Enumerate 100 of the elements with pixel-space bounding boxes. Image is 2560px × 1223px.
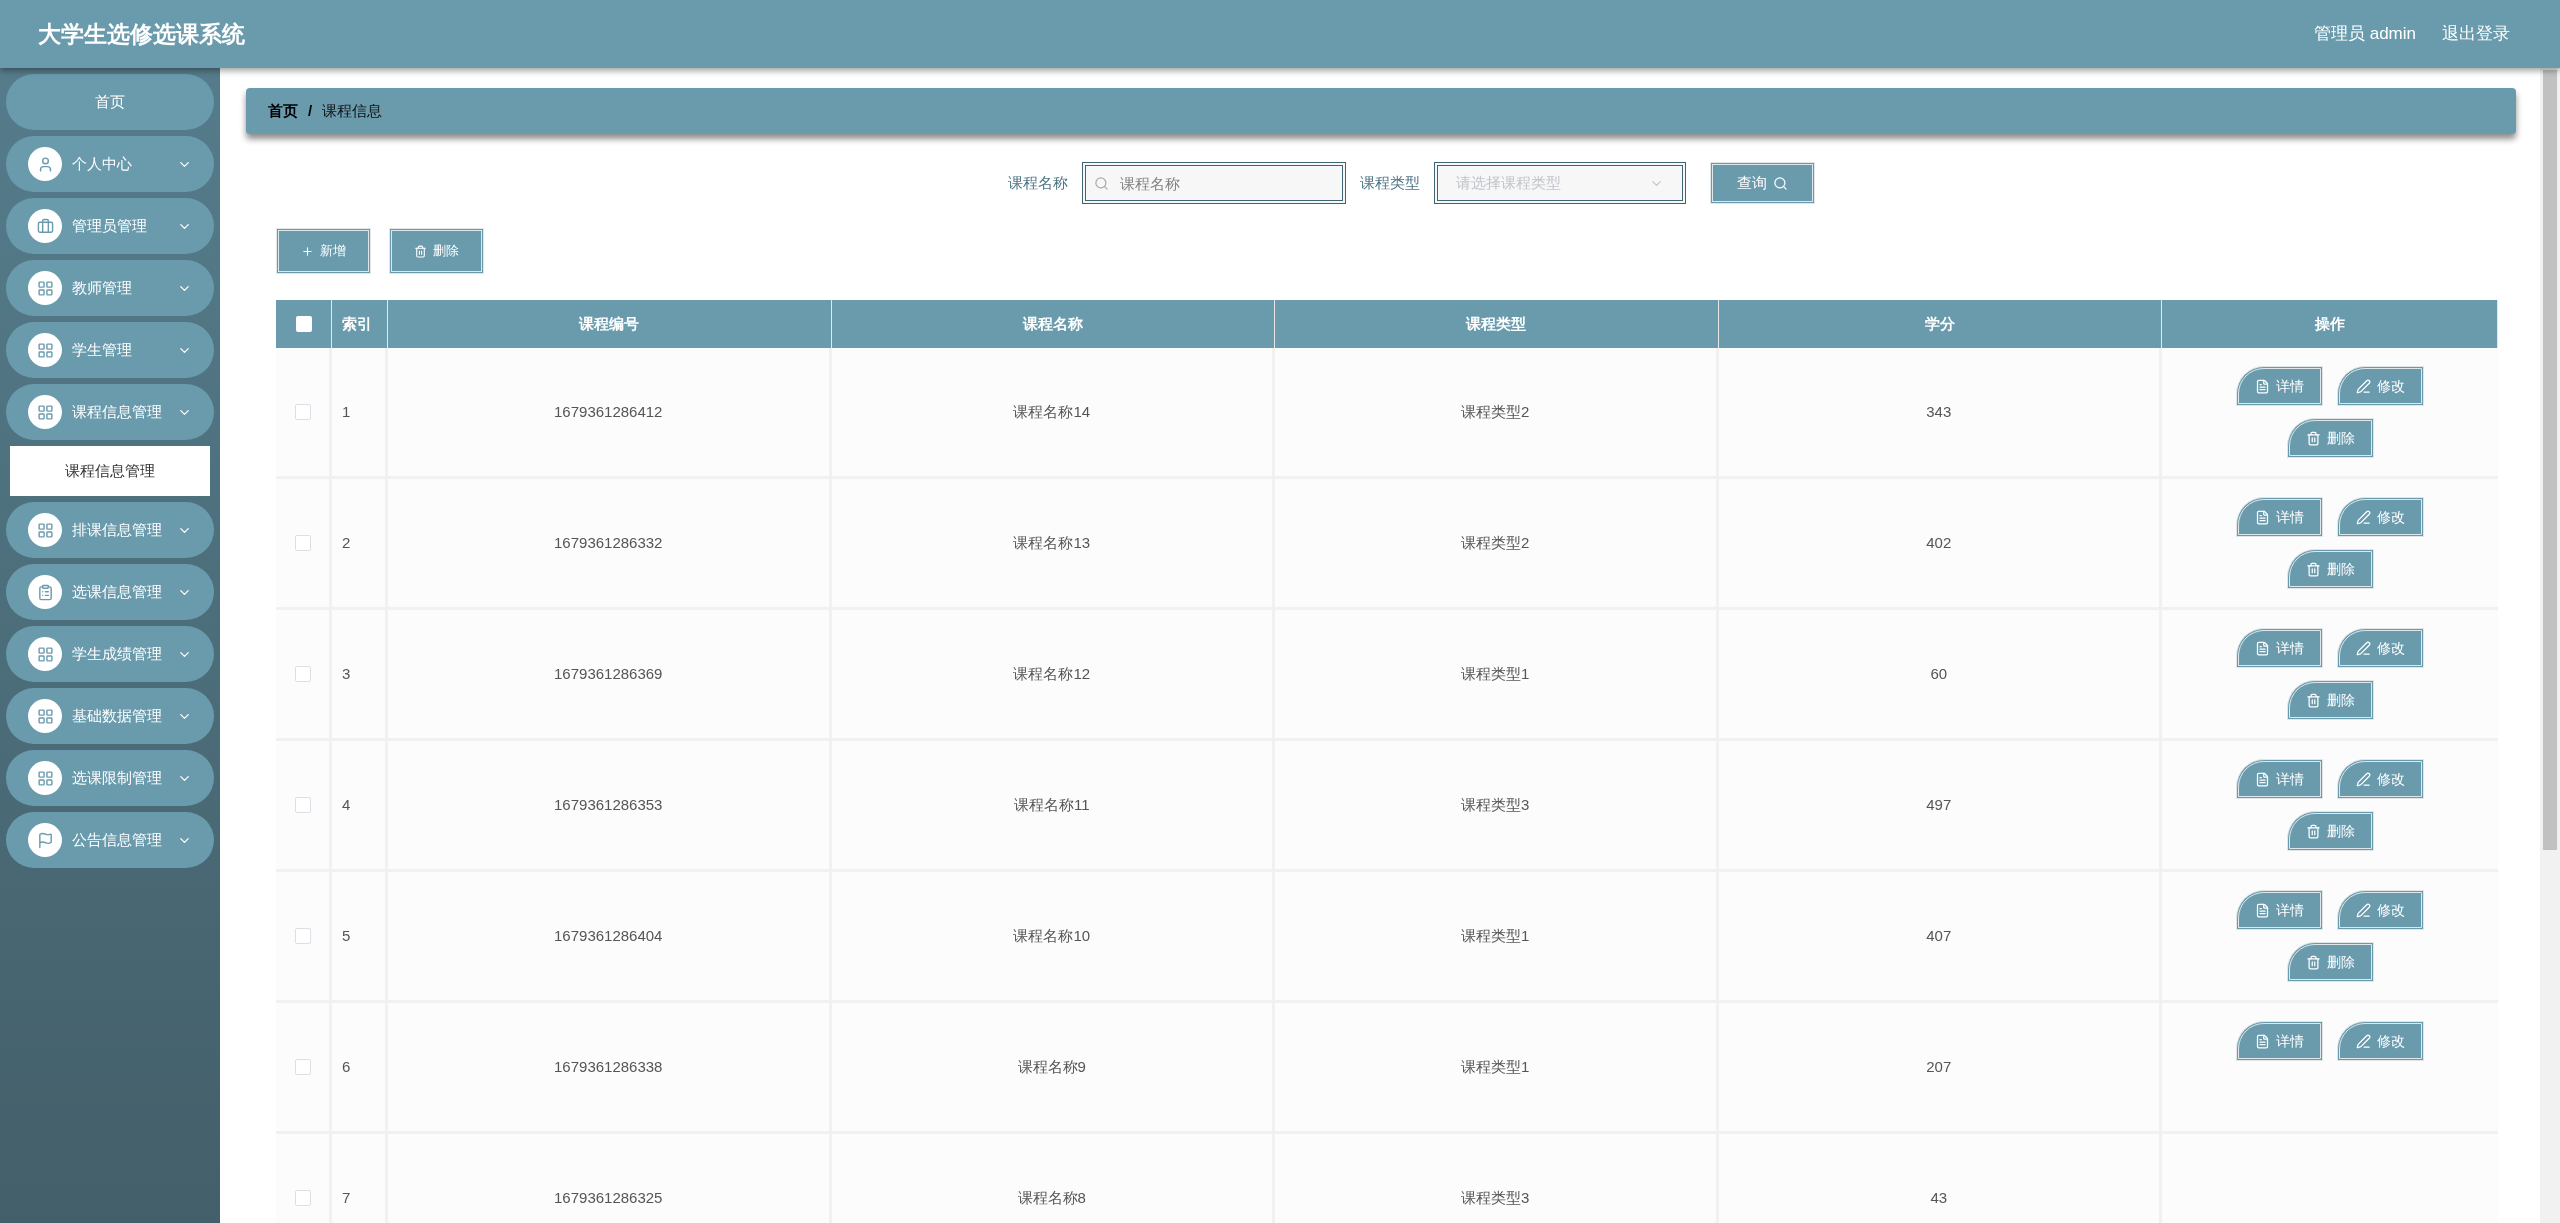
field-label: 课程名称: [1007, 172, 1068, 193]
trash-icon: [2305, 561, 2321, 577]
delete-button[interactable]: 删除: [2286, 549, 2374, 589]
details-button[interactable]: 详情: [2236, 890, 2323, 930]
table-cell-text: 课程类型2: [1461, 401, 1530, 422]
table-cell-text: 课程类型1: [1461, 1056, 1530, 1077]
search-button[interactable]: 查询: [1709, 162, 1815, 204]
sidebar-item[interactable]: 管理员管理: [6, 198, 214, 254]
row-checkbox[interactable]: [294, 1190, 311, 1206]
add-button[interactable]: 新增: [276, 228, 371, 274]
delete-button[interactable]: 删除: [2286, 811, 2374, 851]
row-checkbox[interactable]: [294, 404, 311, 420]
table-cell-text: 497: [1926, 794, 1952, 815]
row-checkbox[interactable]: [294, 1059, 311, 1075]
logout-link[interactable]: 退出登录: [2442, 21, 2510, 47]
table-cell-text: 7: [342, 1187, 351, 1208]
pencil-icon: [2356, 378, 2371, 394]
document-icon: [2255, 1033, 2270, 1049]
sidebar-item[interactable]: 个人中心: [6, 136, 214, 192]
pencil-icon: [2356, 1033, 2371, 1049]
document-icon: [2255, 771, 2270, 787]
row-checkbox[interactable]: [294, 928, 311, 944]
details-button[interactable]: 详情: [2236, 497, 2323, 537]
edit-button[interactable]: 修改: [2337, 890, 2424, 930]
table-cell-text: 1679361286338: [554, 1056, 663, 1077]
select-all-checkbox[interactable]: [295, 316, 312, 332]
sidebar-item[interactable]: 选课限制管理: [6, 750, 214, 806]
row-checkbox[interactable]: [294, 797, 311, 813]
trash-icon: [2305, 430, 2321, 446]
search-icon: [1772, 175, 1788, 191]
trash-icon: [414, 244, 427, 258]
table-cell-text: 课程类型3: [1461, 794, 1530, 815]
table-cell-text: 课程类型3: [1461, 1187, 1530, 1208]
table-cell-text: 课程名称10: [1013, 925, 1091, 946]
pencil-icon: [2356, 640, 2371, 656]
table-cell-text: 407: [1926, 925, 1952, 946]
details-button[interactable]: 详情: [2236, 366, 2323, 406]
delete-button[interactable]: 删除: [2286, 680, 2374, 720]
grid-icon: [28, 333, 62, 367]
grid-icon: [28, 271, 62, 305]
flag-icon: [28, 823, 62, 857]
grid-icon: [28, 513, 62, 547]
edit-button[interactable]: 修改: [2337, 628, 2424, 668]
breadcrumb-separator: /: [308, 100, 313, 121]
table-cell-text: 课程名称12: [1013, 663, 1091, 684]
pencil-icon: [2356, 509, 2371, 525]
sidebar-item[interactable]: 首页: [6, 74, 214, 130]
delete-button[interactable]: 删除: [2286, 942, 2374, 982]
table-cell-text: 课程名称11: [1013, 794, 1090, 815]
table-cell-text: 1679361286332: [554, 532, 663, 553]
table-cell-text: 43: [1930, 1187, 1948, 1208]
table-cell-text: 60: [1930, 663, 1948, 684]
sidebar-item[interactable]: 选课信息管理: [6, 564, 214, 620]
table-cell-text: 1679361286369: [554, 663, 663, 684]
grid-icon: [28, 699, 62, 733]
table-cell-text: 3: [342, 663, 351, 684]
document-icon: [2255, 509, 2270, 525]
table-cell-text: 1: [342, 401, 351, 422]
sidebar-item[interactable]: 基础数据管理: [6, 688, 214, 744]
table-cell-text: 课程类型1: [1461, 925, 1530, 946]
details-button[interactable]: 详情: [2236, 628, 2323, 668]
breadcrumb-current[interactable]: 课程信息: [322, 99, 383, 123]
table-cell-text: 1679361286325: [554, 1187, 663, 1208]
table-cell-text: 402: [1926, 532, 1952, 553]
pencil-icon: [2356, 902, 2371, 918]
grid-icon: [28, 637, 62, 671]
scrollbar[interactable]: [2540, 68, 2560, 1223]
search-icon: [1093, 176, 1109, 191]
details-button[interactable]: 详情: [2236, 759, 2323, 799]
sidebar-item[interactable]: 课程信息管理: [6, 384, 214, 440]
clipboard-icon: [28, 575, 62, 609]
user-icon: [28, 147, 62, 181]
edit-button[interactable]: 修改: [2337, 1021, 2424, 1061]
sidebar-item[interactable]: 排课信息管理: [6, 502, 214, 558]
course-name-field[interactable]: 课程名称: [1081, 162, 1346, 204]
table-cell-text: 课程类型1: [1461, 663, 1530, 684]
submenu-item[interactable]: 课程信息管理: [10, 446, 210, 496]
sidebar-item[interactable]: 学生管理: [6, 322, 214, 378]
document-icon: [2255, 640, 2270, 656]
table-cell-text: 课程名称14: [1013, 401, 1091, 422]
details-button[interactable]: 详情: [2236, 1021, 2323, 1061]
sidebar-item[interactable]: 教师管理: [6, 260, 214, 316]
sidebar-item[interactable]: 学生成绩管理: [6, 626, 214, 682]
edit-button[interactable]: 修改: [2337, 497, 2424, 537]
table-cell-text: 207: [1926, 1056, 1952, 1077]
edit-button[interactable]: 修改: [2337, 759, 2424, 799]
table-cell-text: 课程类型2: [1461, 532, 1530, 553]
document-icon: [2255, 378, 2270, 394]
table-cell-text: 4: [342, 794, 351, 815]
grid-icon: [28, 761, 62, 795]
table-cell-text: 5: [342, 925, 351, 946]
sidebar-item[interactable]: 公告信息管理: [6, 812, 214, 868]
delete-button[interactable]: 删除: [389, 228, 484, 274]
delete-button[interactable]: 删除: [2286, 418, 2374, 458]
row-checkbox[interactable]: [294, 666, 311, 682]
breadcrumb-link[interactable]: 首页: [268, 99, 298, 123]
table-cell-text: 课程名称9: [1017, 1056, 1086, 1077]
edit-button[interactable]: 修改: [2337, 366, 2424, 406]
table-cell-text: 2: [342, 532, 351, 553]
row-checkbox[interactable]: [294, 535, 311, 551]
